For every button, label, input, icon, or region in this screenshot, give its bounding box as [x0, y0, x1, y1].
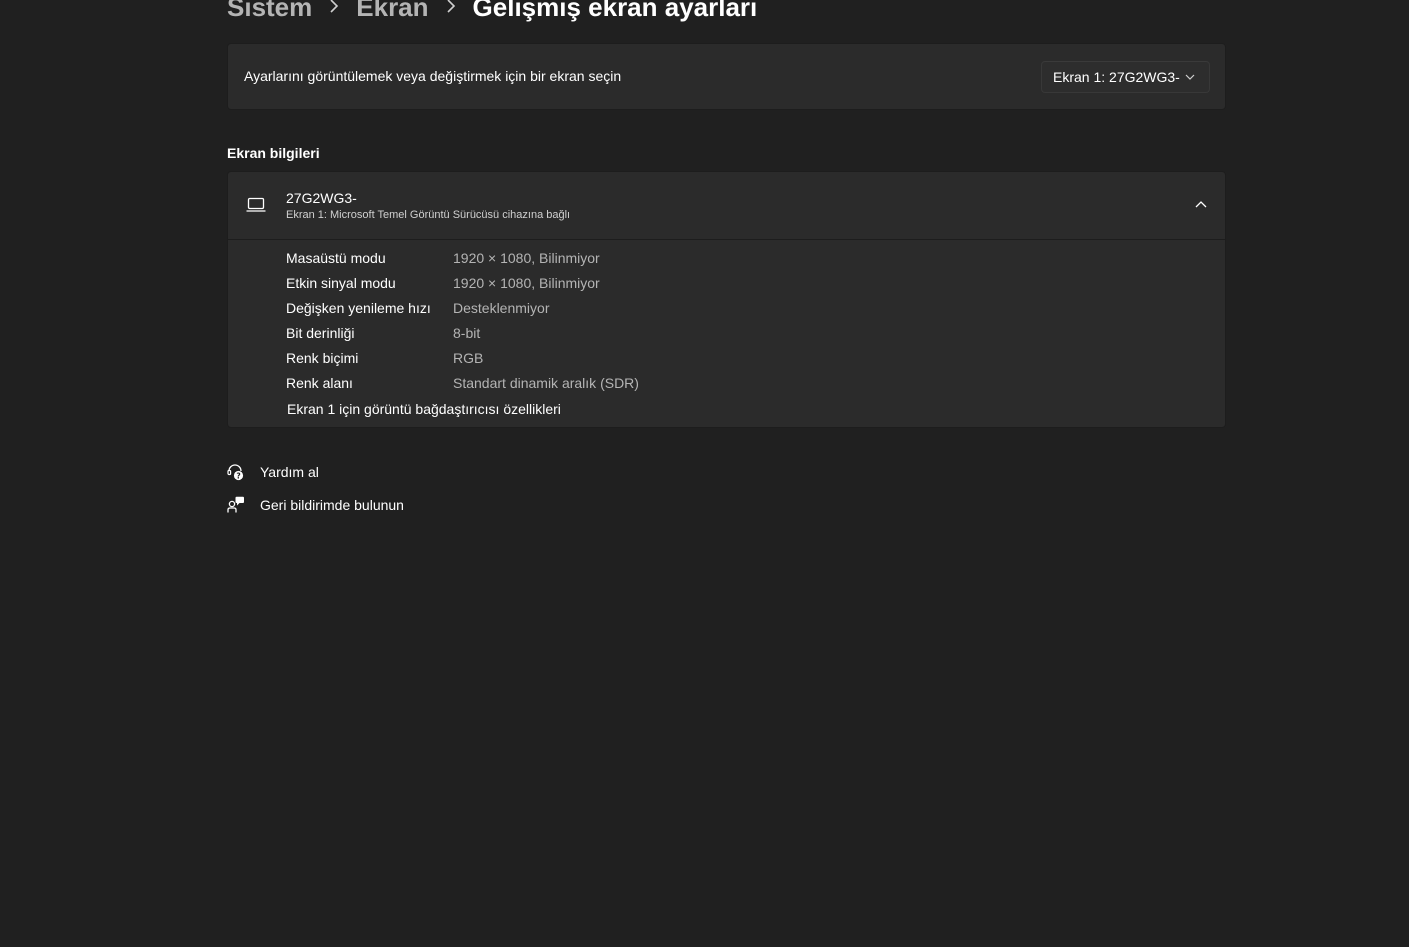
- chevron-right-icon: [312, 0, 356, 17]
- help-link-label: Yardım al: [260, 464, 319, 480]
- info-key: Etkin sinyal modu: [286, 275, 396, 291]
- laptop-icon: [246, 197, 266, 212]
- display-info-card: 27G2WG3- Ekran 1: Microsoft Temel Görünt…: [227, 171, 1226, 428]
- breadcrumb: Sistem Ekran Gelişmiş ekran ayarları: [227, 0, 757, 24]
- page-title: Gelişmiş ekran ayarları: [472, 0, 758, 22]
- feedback-link-label: Geri bildirimde bulunun: [260, 497, 404, 513]
- info-key: Renk alanı: [286, 375, 353, 391]
- breadcrumb-item-sistem[interactable]: Sistem: [227, 0, 312, 23]
- monitor-name: 27G2WG3-: [286, 190, 357, 206]
- info-value: 1920 × 1080, Bilinmiyor: [453, 275, 600, 291]
- info-value: 8-bit: [453, 325, 481, 341]
- help-link[interactable]: ? Yardım al: [227, 462, 347, 482]
- display-dropdown[interactable]: Ekran 1: 27G2WG3-: [1041, 61, 1210, 93]
- help-chat-icon: ?: [227, 464, 244, 480]
- breadcrumb-item-ekran[interactable]: Ekran: [356, 0, 428, 23]
- display-dropdown-value: Ekran 1: 27G2WG3-: [1053, 69, 1180, 85]
- feedback-link[interactable]: Geri bildirimde bulunun: [227, 495, 427, 515]
- settings-page: Sistem Ekran Gelişmiş ekran ayarları Aya…: [0, 0, 1409, 947]
- info-value: Standart dinamik aralık (SDR): [453, 375, 639, 391]
- info-key: Bit derinliği: [286, 325, 355, 341]
- svg-text:?: ?: [236, 471, 240, 480]
- feedback-icon: [227, 496, 244, 513]
- info-value: 1920 × 1080, Bilinmiyor: [453, 250, 600, 266]
- section-title-display-info: Ekran bilgileri: [227, 145, 320, 161]
- info-key: Renk biçimi: [286, 350, 359, 366]
- monitor-subtitle: Ekran 1: Microsoft Temel Görüntü Sürücüs…: [286, 209, 571, 221]
- info-value: RGB: [453, 350, 484, 366]
- adapter-properties-link[interactable]: Ekran 1 için görüntü bağdaştırıcısı özel…: [287, 401, 561, 417]
- info-key: Masaüstü modu: [286, 250, 386, 266]
- display-select-label: Ayarlarını görüntülemek veya değiştirmek…: [244, 68, 622, 84]
- info-value: Desteklenmiyor: [453, 300, 550, 316]
- chevron-down-icon: [1185, 74, 1195, 80]
- info-key: Değişken yenileme hızı: [286, 300, 431, 316]
- chevron-right-icon: [429, 0, 473, 17]
- display-info-header[interactable]: 27G2WG3- Ekran 1: Microsoft Temel Görünt…: [228, 172, 1225, 240]
- display-select-card: Ayarlarını görüntülemek veya değiştirmek…: [227, 43, 1226, 110]
- chevron-up-icon[interactable]: [1195, 200, 1207, 208]
